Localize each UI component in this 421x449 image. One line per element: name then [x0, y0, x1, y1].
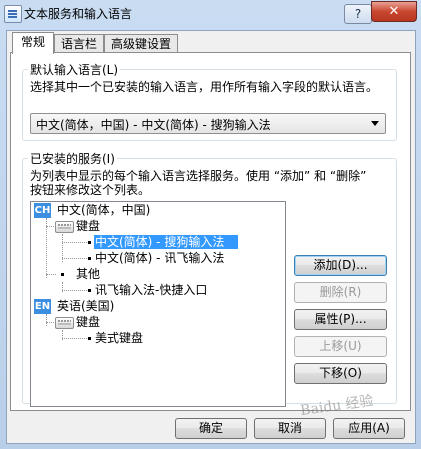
tree-connector	[62, 338, 87, 339]
properties-button[interactable]: 属性(P)...	[294, 309, 387, 330]
tree-item-keyboard-zh[interactable]: 键盘	[76, 218, 100, 234]
close-button[interactable]: ✕	[371, 1, 417, 22]
ok-button[interactable]: 确定	[175, 418, 247, 439]
dialog-window: 文本服务和输入语言 ? ✕ 常规 语言栏 高级键设置 默认输入语言(L) 选择其…	[0, 0, 421, 449]
tree-connector	[62, 242, 87, 243]
bullet-icon	[61, 273, 64, 276]
installed-services-group-label: 已安装的服务(I)	[28, 150, 117, 167]
services-tree[interactable]: CH 中文(简体，中国) 键盘 中文(简体) - 搜狗输入法 中文(简体) - …	[30, 201, 286, 407]
window-title: 文本服务和输入语言	[24, 7, 133, 21]
tree-item-english-us[interactable]: 英语(美国)	[57, 298, 114, 314]
bullet-icon	[88, 289, 91, 292]
tree-item-iflytek-input[interactable]: 中文(简体) - 讯飞输入法	[95, 250, 224, 266]
move-down-button[interactable]: 下移(O)	[294, 363, 387, 384]
language-ch-icon: CH	[34, 203, 51, 218]
keyboard-settings-icon	[4, 5, 22, 23]
default-language-selected-value: 中文(简体，中国) - 中文(简体) - 搜狗输入法	[36, 118, 271, 132]
tree-item-sogou-input[interactable]: 中文(简体) - 搜狗输入法	[95, 234, 224, 250]
tree-connector	[62, 258, 87, 259]
tab-general[interactable]: 常规	[12, 32, 54, 54]
tree-item-keyboard-en[interactable]: 键盘	[76, 314, 100, 330]
help-button[interactable]: ?	[344, 4, 372, 24]
keyboard-icon	[55, 221, 74, 233]
language-en-icon: EN	[34, 299, 51, 314]
default-language-group-label: 默认输入语言(L)	[28, 61, 121, 78]
add-button[interactable]: 添加(D)...	[294, 255, 387, 276]
cancel-button[interactable]: 取消	[254, 418, 326, 439]
remove-button[interactable]: 删除(R)	[294, 282, 387, 303]
tree-connector	[46, 218, 47, 278]
tree-item-us-keyboard[interactable]: 美式键盘	[95, 330, 143, 346]
title-bar[interactable]: 文本服务和输入语言 ? ✕	[0, 0, 421, 26]
tree-item-other[interactable]: 其他	[76, 266, 100, 282]
keyboard-icon	[55, 317, 74, 329]
chevron-down-icon	[371, 121, 379, 126]
bullet-icon	[88, 337, 91, 340]
tree-item-iflytek-shortcut[interactable]: 讯飞输入法-快捷入口	[95, 282, 207, 298]
default-language-select[interactable]: 中文(简体，中国) - 中文(简体) - 搜狗输入法	[30, 113, 386, 134]
bullet-icon	[88, 241, 91, 244]
tree-item-chinese-simplified-china[interactable]: 中文(简体，中国)	[57, 202, 150, 218]
move-up-button[interactable]: 上移(U)	[294, 336, 387, 357]
tab-advanced-key-settings[interactable]: 高级键设置	[104, 34, 178, 53]
tab-language-bar[interactable]: 语言栏	[54, 34, 104, 53]
installed-services-description-line2: 按钮来修改这个列表。	[30, 183, 151, 197]
tree-connector	[46, 274, 56, 275]
tree-connector	[46, 314, 47, 326]
apply-button[interactable]: 应用(A)	[333, 418, 405, 439]
tree-connector	[62, 290, 87, 291]
bullet-icon	[88, 257, 91, 260]
default-language-description: 选择其中一个已安装的输入语言，用作所有输入字段的默认语言。	[30, 80, 379, 94]
